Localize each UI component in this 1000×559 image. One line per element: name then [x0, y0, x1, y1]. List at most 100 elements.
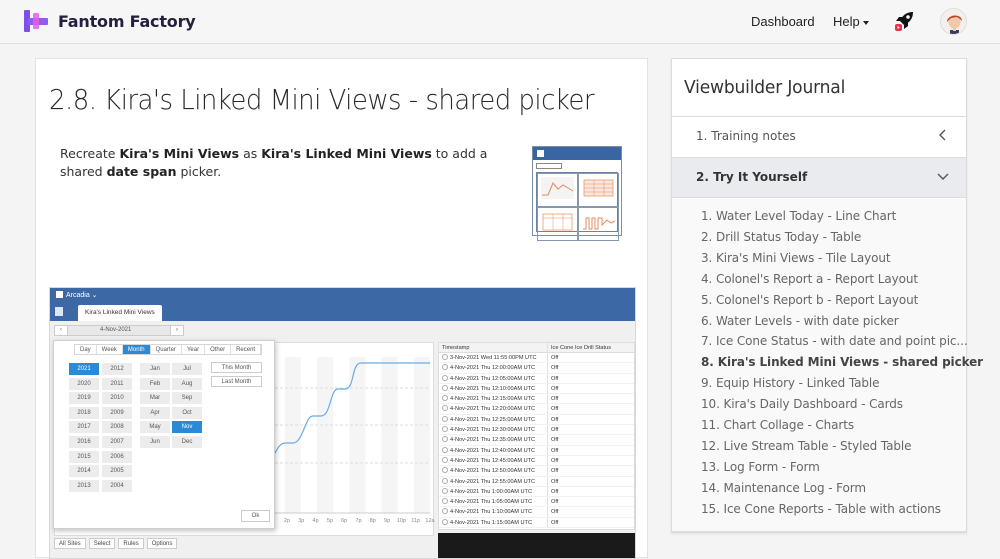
lesson-link[interactable]: 2. Drill Status Today - Table — [701, 230, 861, 244]
x-tick-label: 4p — [313, 518, 319, 524]
lesson-link[interactable]: 4. Colonel's Report a - Report Layout — [701, 272, 918, 286]
timestamp-cell: 4-Nov-2021 Thu 12:00:00AM UTC — [439, 363, 548, 373]
nav-dashboard-link[interactable]: Dashboard — [751, 14, 815, 29]
info-icon — [442, 456, 448, 463]
intro-text: picker. — [176, 164, 222, 179]
timestamp-cell: 4-Nov-2021 Thu 12:40:00AM UTC — [439, 445, 548, 455]
table-row: 4-Nov-2021 Thu 12:05:00AM UTC Off — [439, 373, 634, 384]
nav-help-label: Help — [833, 14, 860, 29]
lesson-link[interactable]: 3. Kira's Mini Views - Tile Layout — [701, 251, 891, 265]
year-cell: 2020 — [69, 377, 99, 390]
info-icon — [442, 487, 448, 494]
next-date-icon: › — [170, 326, 183, 335]
status-cell: Off — [551, 427, 559, 434]
section-try-it-yourself[interactable]: 2. Try It Yourself — [672, 157, 966, 198]
info-icon — [442, 426, 448, 433]
lesson-link[interactable]: 13. Log Form - Form — [701, 460, 820, 474]
timestamp-text: 4-Nov-2021 Thu 1:00:00AM UTC — [450, 488, 532, 495]
info-icon — [442, 415, 448, 422]
year-cell: 2008 — [102, 421, 132, 434]
col-status: Ice Cone Ice Drill Status — [551, 345, 612, 351]
year-cell: 2012 — [102, 363, 132, 375]
journal-sidebar: Viewbuilder Journal 1. Training notes 2.… — [671, 58, 983, 533]
lesson-link[interactable]: 15. Ice Cone Reports - Table with action… — [701, 502, 941, 516]
lesson-link[interactable]: 5. Colonel's Report b - Report Layout — [701, 293, 918, 307]
timestamp-cell: 4-Nov-2021 Thu 12:55:00AM UTC — [439, 476, 548, 486]
year-cell: 2019 — [69, 392, 99, 405]
status-cell: Off — [551, 437, 559, 444]
month-cell: Mar — [140, 392, 170, 405]
status-cell: Off — [551, 447, 559, 454]
status-cell: Off — [551, 375, 559, 382]
intro-text: as — [239, 146, 262, 161]
year-cell: 2009 — [102, 406, 132, 419]
month-cell: Oct — [172, 406, 202, 419]
timestamp-text: 4-Nov-2021 Thu 12:10:00AM UTC — [450, 385, 536, 392]
timestamp-text: 3-Nov-2021 Wed 11:55:00PM UTC — [450, 355, 537, 361]
lesson-link[interactable]: 6. Water Levels - with date picker — [701, 314, 899, 328]
page-title: 2.8. Kira's Linked Mini Views - shared p… — [49, 83, 595, 116]
timestamp-text: 4-Nov-2021 Thu 12:15:00AM UTC — [450, 396, 536, 403]
year-cell: 2010 — [102, 392, 132, 405]
chevron-left-icon — [939, 129, 946, 141]
timestamp-cell: 4-Nov-2021 Thu 1:10:00AM UTC — [439, 507, 548, 517]
timestamp-cell: 4-Nov-2021 Thu 12:25:00AM UTC — [439, 414, 548, 425]
lesson-link[interactable]: 7. Ice Cone Status - with date and point… — [701, 334, 968, 348]
picker-tabs: Day Week Month Quarter Year Other Recent — [74, 344, 263, 355]
month-cell: Feb — [140, 377, 170, 390]
status-cell: Off — [551, 355, 559, 361]
lesson-link[interactable]: 12. Live Stream Table - Styled Table — [701, 439, 912, 453]
status-cell: Off — [551, 396, 559, 403]
x-tick-label: 10p — [397, 518, 406, 524]
section-label: 2. Try It Yourself — [696, 170, 808, 184]
date-value: 4-Nov-2021 — [100, 327, 132, 333]
month-cell: Jan — [140, 363, 170, 375]
timestamp-text: 4-Nov-2021 Thu 12:35:00AM UTC — [450, 437, 536, 444]
picker-tab: Week — [96, 345, 123, 354]
top-navbar: Fantom Factory Dashboard Help — [0, 0, 1000, 44]
lesson-link[interactable]: 9. Equip History - Linked Table — [701, 376, 879, 390]
status-cell: Off — [551, 457, 559, 464]
fantom-logo-icon — [24, 9, 50, 33]
year-cell: 2016 — [69, 436, 99, 448]
view-tab: Kira's Linked Mini Views — [78, 305, 162, 321]
month-cell: Jul — [172, 363, 202, 375]
brand-name: Fantom Factory — [58, 11, 196, 31]
timestamp-cell: 4-Nov-2021 Thu 1:00:00AM UTC — [439, 486, 548, 497]
table-row: 4-Nov-2021 Thu 12:45:00AM UTC Off — [439, 455, 634, 467]
app-header: Arcadia ⌄ Kira's Linked Mini Views — [50, 288, 635, 321]
lesson-link[interactable]: 11. Chart Collage - Charts — [701, 418, 854, 432]
x-tick-label: 7p — [355, 518, 361, 524]
app-name: Arcadia ⌄ — [56, 291, 98, 299]
table-row: 4-Nov-2021 Thu 1:05:00AM UTC Off — [439, 497, 634, 508]
timestamp-cell: 4-Nov-2021 Thu 12:35:00AM UTC — [439, 435, 548, 445]
lesson-link[interactable]: 14. Maintenance Log - Form — [701, 481, 866, 495]
timestamp-text: 4-Nov-2021 Thu 1:10:00AM UTC — [450, 509, 532, 516]
x-tick-label: 6p — [341, 518, 347, 524]
info-icon — [442, 436, 448, 443]
chevron-down-icon — [937, 173, 949, 180]
year-cell: 2011 — [102, 377, 132, 390]
month-cell: Jun — [140, 436, 170, 448]
info-icon — [442, 395, 448, 402]
rocket-icon[interactable] — [893, 10, 915, 32]
status-cell: Off — [551, 478, 559, 485]
date-span-picker: ‹ 4-Nov-2021 › — [54, 325, 184, 336]
x-tick-label: 11p — [411, 518, 420, 524]
picker-tab: Other — [205, 345, 232, 354]
table-row: 4-Nov-2021 Thu 12:30:00AM UTC Off — [439, 425, 634, 436]
brand-link[interactable]: Fantom Factory — [24, 9, 196, 33]
lesson-link[interactable]: 1. Water Level Today - Line Chart — [701, 209, 896, 223]
nav-help-dropdown[interactable]: Help — [833, 14, 869, 29]
section-training-notes[interactable]: 1. Training notes — [672, 116, 966, 157]
timestamp-cell: 4-Nov-2021 Thu 12:05:00AM UTC — [439, 373, 548, 383]
month-cell: Apr — [140, 406, 170, 419]
info-icon — [442, 508, 448, 515]
lesson-link[interactable]: 8. Kira's Linked Mini Views - shared pic… — [701, 355, 983, 369]
user-avatar[interactable] — [940, 8, 967, 35]
app-name-label: Arcadia — [66, 292, 90, 299]
month-cell: Aug — [172, 377, 202, 390]
status-cell: Off — [551, 468, 559, 475]
lesson-link[interactable]: 10. Kira's Daily Dashboard - Cards — [701, 397, 903, 411]
lesson-card: 2.8. Kira's Linked Mini Views - shared p… — [35, 58, 648, 559]
